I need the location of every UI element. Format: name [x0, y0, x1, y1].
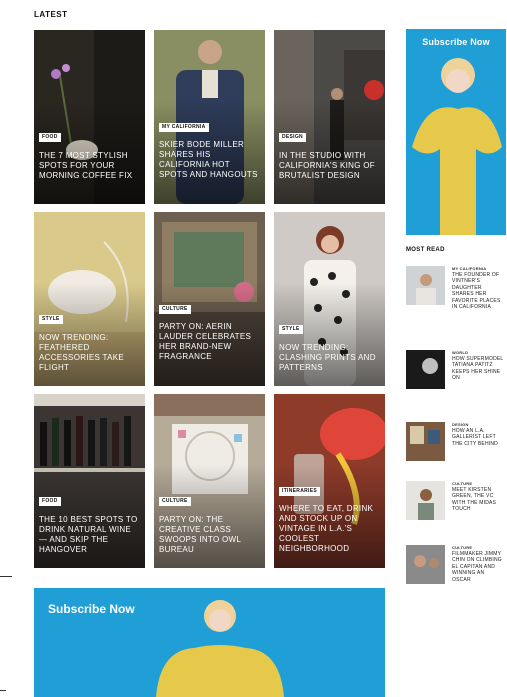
card-tag: FOOD: [39, 133, 61, 142]
card-tag: DESIGN: [279, 133, 306, 142]
article-card-aerin-lauder[interactable]: CULTURE PARTY ON: AERIN LAUDER CELEBRATE…: [154, 212, 265, 386]
most-read-item[interactable]: DESIGN HOW AN L.A. GALLERIST LEFT THE CI…: [406, 422, 506, 472]
most-read-headline: HOW AN L.A. GALLERIST LEFT THE CITY BEHI…: [452, 428, 498, 447]
card-headline: NOW TRENDING: FEATHERED ACCESSORIES TAKE…: [39, 333, 124, 372]
most-read-thumbnail: [406, 545, 445, 584]
card-tag: FOOD: [39, 497, 61, 506]
card-tag: MY CALIFORNIA: [159, 123, 209, 132]
most-read-item[interactable]: CULTURE FILMMAKER JIMMY CHIN ON CLIMBING…: [406, 545, 506, 595]
most-read-item[interactable]: MY CALIFORNIA THE FOUNDER OF VINTNER'S D…: [406, 266, 506, 316]
card-tag: ITINERARIES: [279, 487, 320, 496]
card-headline: IN THE STUDIO WITH CALIFORNIA'S KING OF …: [279, 151, 375, 180]
latest-grid: FOOD THE 7 MOST STYLISH SPOTS FOR YOUR M…: [34, 30, 385, 568]
card-headline: WHERE TO EAT, DRINK AND STOCK UP ON VINT…: [279, 504, 374, 553]
article-card-bode-miller[interactable]: MY CALIFORNIA SKIER BODE MILLER SHARES H…: [154, 30, 265, 204]
section-label-latest: LATEST: [34, 10, 68, 19]
most-read-tag: DESIGN: [452, 422, 469, 427]
card-tag: CULTURE: [159, 305, 191, 314]
most-read-thumbnail: [406, 422, 445, 461]
article-card-coolest-neighborhood[interactable]: ITINERARIES WHERE TO EAT, DRINK AND STOC…: [274, 394, 385, 568]
most-read-tag: CULTURE: [452, 545, 473, 550]
most-read-tag: MY CALIFORNIA: [452, 266, 487, 271]
subscribe-ad-sidebar[interactable]: Subscribe Now: [406, 29, 506, 235]
most-read-item[interactable]: CULTURE MEET KIRSTEN GREEN, THE VC WITH …: [406, 481, 506, 531]
left-edge-rule: [0, 690, 6, 691]
most-read-label: MOST READ: [406, 247, 445, 253]
article-card-brutalist-design[interactable]: DESIGN IN THE STUDIO WITH CALIFORNIA'S K…: [274, 30, 385, 204]
most-read-headline: THE FOUNDER OF VINTNER'S DAUGHTER SHARES…: [452, 272, 501, 311]
most-read-tag: CULTURE: [452, 481, 473, 486]
card-headline: SKIER BODE MILLER SHARES HIS CALIFORNIA …: [159, 140, 258, 179]
card-tag: STYLE: [279, 325, 303, 334]
card-headline: NOW TRENDING: CLASHING PRINTS AND PATTER…: [279, 343, 376, 372]
ad-image: [406, 29, 506, 235]
most-read-headline: HOW SUPERMODEL TATIANA PATITZ KEEPS HER …: [452, 356, 504, 382]
article-card-natural-wine[interactable]: FOOD THE 10 BEST SPOTS TO DRINK NATURAL …: [34, 394, 145, 568]
card-headline: THE 7 MOST STYLISH SPOTS FOR YOUR MORNIN…: [39, 151, 133, 180]
card-headline: PARTY ON: AERIN LAUDER CELEBRATES HER BR…: [159, 322, 252, 361]
most-read-thumbnail: [406, 350, 445, 389]
article-card-owl-bureau[interactable]: CULTURE PARTY ON: THE CREATIVE CLASS SWO…: [154, 394, 265, 568]
ad-title: Subscribe Now: [422, 37, 490, 47]
ad-title: Subscribe Now: [48, 602, 135, 616]
subscribe-ad-banner[interactable]: Subscribe Now: [34, 588, 385, 697]
card-tag: STYLE: [39, 315, 63, 324]
card-headline: THE 10 BEST SPOTS TO DRINK NATURAL WINE …: [39, 515, 138, 554]
most-read-headline: MEET KIRSTEN GREEN, THE VC WITH THE MIDA…: [452, 487, 497, 513]
most-read-tag: WORLD: [452, 350, 469, 355]
card-tag: CULTURE: [159, 497, 191, 506]
left-edge-rule: [0, 576, 12, 577]
most-read-headline: FILMMAKER JIMMY CHIN ON CLIMBING EL CAPI…: [452, 551, 502, 583]
article-card-coffee-spots[interactable]: FOOD THE 7 MOST STYLISH SPOTS FOR YOUR M…: [34, 30, 145, 204]
article-card-clashing-prints[interactable]: STYLE NOW TRENDING: CLASHING PRINTS AND …: [274, 212, 385, 386]
article-card-feathered-accessories[interactable]: STYLE NOW TRENDING: FEATHERED ACCESSORIE…: [34, 212, 145, 386]
card-headline: PARTY ON: THE CREATIVE CLASS SWOOPS INTO…: [159, 515, 241, 554]
most-read-thumbnail: [406, 266, 445, 305]
most-read-thumbnail: [406, 481, 445, 520]
most-read-item[interactable]: WORLD HOW SUPERMODEL TATIANA PATITZ KEEP…: [406, 350, 506, 400]
